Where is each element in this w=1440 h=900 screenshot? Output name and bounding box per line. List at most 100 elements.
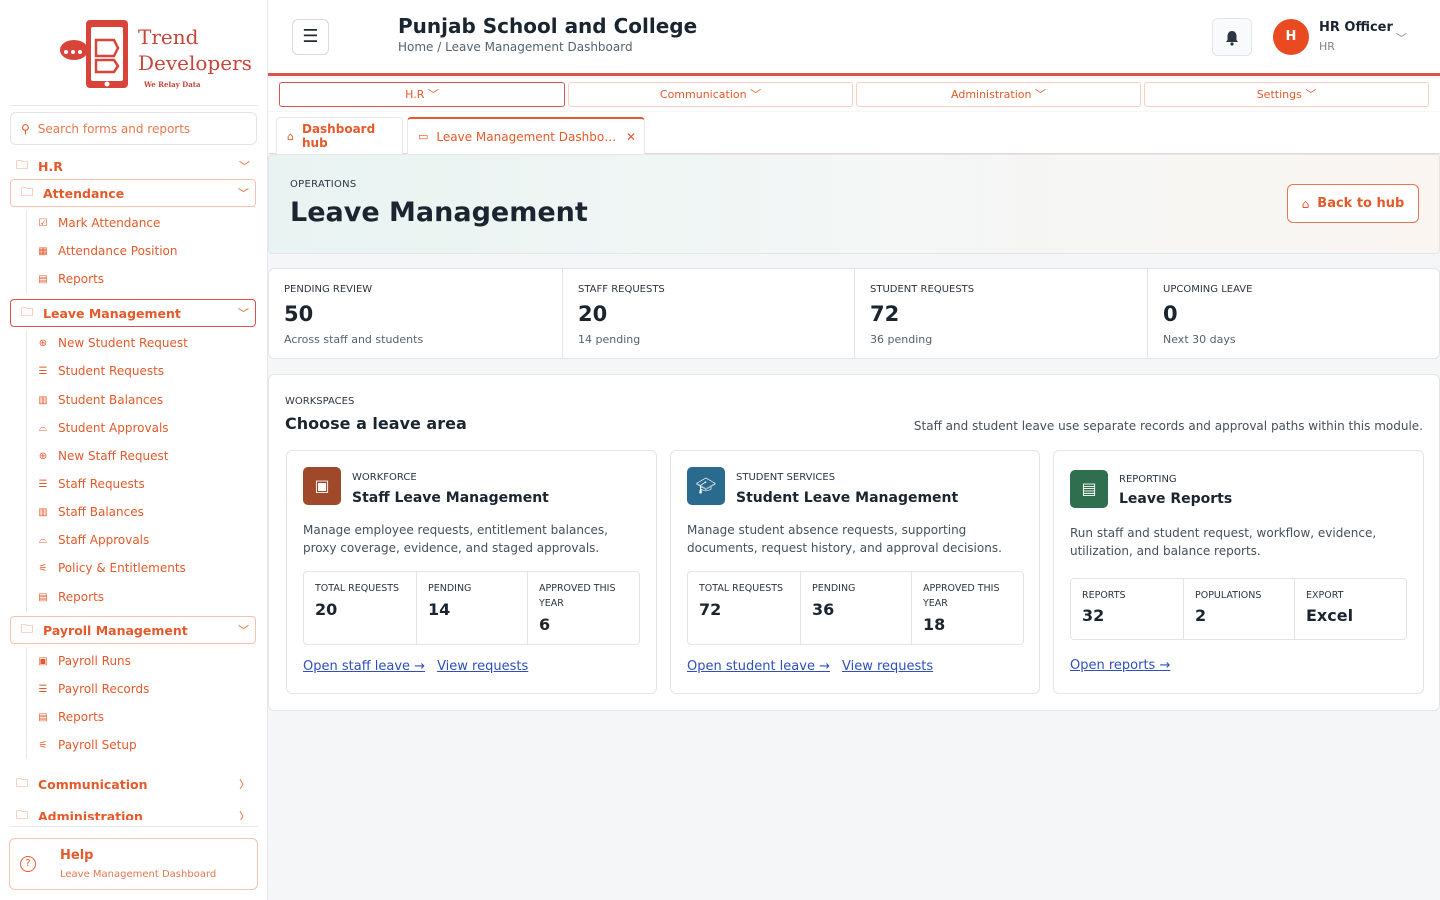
search-box[interactable]: ⚲	[10, 112, 257, 145]
section-eyebrow: WORKSPACES	[285, 396, 355, 407]
report-chart-icon: ▤	[1070, 470, 1108, 508]
open-student-leave-link[interactable]: Open student leave →	[687, 659, 830, 674]
sidebar-item-attendance-position[interactable]: ▦ Attendance Position	[36, 244, 177, 258]
sidebar-item-student-approvals[interactable]: ⌓ Student Approvals	[36, 421, 169, 435]
sidebar-group-attendance[interactable]: 🗀 Attendance ﹀	[10, 179, 256, 207]
card-metrics: REPORTS 32 POPULATIONS 2 EXPORT Excel	[1070, 578, 1407, 640]
sidebar-item-attendance-reports[interactable]: ▤ Reports	[36, 272, 104, 286]
open-staff-leave-link[interactable]: Open staff leave →	[303, 659, 425, 674]
chevron-down-icon: ﹀	[238, 187, 249, 200]
sidebar-item-label: Student Approvals	[58, 421, 169, 435]
sidebar-item-label: New Staff Request	[58, 449, 169, 463]
sidebar-item-payroll-setup[interactable]: ⚟ Payroll Setup	[36, 738, 137, 752]
tree-line	[26, 210, 27, 294]
sidebar-nav[interactable]: 🗀 H.R ﹀ 🗀 Attendance ﹀ ☑ Mark Attendance …	[0, 152, 268, 820]
sidebar-item-staff-approvals[interactable]: ⌓ Staff Approvals	[36, 533, 149, 547]
tree-line	[26, 330, 27, 612]
divider	[10, 105, 258, 106]
sliders-icon: ⚟	[38, 739, 48, 751]
menu-hr[interactable]: H.R ﹀	[279, 82, 565, 107]
back-to-hub-button[interactable]: ⌂ Back to hub	[1287, 184, 1419, 223]
sidebar-group-payroll[interactable]: 🗀 Payroll Management ﹀	[10, 616, 256, 644]
list-icon: ☰	[38, 683, 48, 695]
notifications-button[interactable]	[1212, 18, 1252, 56]
tab-leave-management[interactable]: ▭ Leave Management Dashbo… ✕	[407, 117, 645, 154]
menu-toggle-button[interactable]: ☰	[292, 19, 329, 55]
sidebar-item-leave-reports[interactable]: ▤ Reports	[36, 590, 104, 604]
card-description: Run staff and student request, workflow,…	[1070, 526, 1377, 558]
view-student-requests-link[interactable]: View requests	[842, 659, 933, 674]
help-panel[interactable]: ? Help Leave Management Dashboard	[9, 838, 258, 890]
metric-label: TOTAL REQUESTS	[699, 583, 784, 594]
tab-label: Leave Management Dashbo…	[436, 129, 617, 144]
sidebar-item-label: Leave Management	[43, 305, 181, 321]
card-metrics: TOTAL REQUESTS 20 PENDING 14 APPROVED THIS…	[303, 571, 640, 645]
sidebar-item-label: Reports	[58, 710, 105, 724]
metric-label: APPROVED THIS YEAR	[539, 583, 616, 609]
stat-value: 20	[578, 302, 608, 326]
stat-value: 72	[870, 302, 900, 326]
card-staff-leave[interactable]: ▣ WORKFORCE Staff Leave Management Manag…	[286, 450, 657, 694]
stat-value: 0	[1163, 302, 1178, 326]
sidebar-item-label: H.R	[38, 158, 63, 174]
tab-dashboard-hub[interactable]: ⌂ Dashboard hub	[276, 117, 403, 154]
page-title: Leave Management	[290, 197, 588, 228]
sidebar-item-new-staff-request[interactable]: ⊕ New Staff Request	[36, 449, 169, 463]
menu-settings[interactable]: Settings ﹀	[1144, 82, 1429, 107]
metric-approved-this-year: APPROVED THIS YEAR 6	[528, 572, 639, 644]
stat-value: 50	[284, 302, 314, 326]
search-icon: ⚲	[21, 121, 30, 136]
card-leave-reports[interactable]: ▤ REPORTING Leave Reports Run staff and …	[1053, 450, 1424, 694]
sidebar-item-policy-entitlements[interactable]: ⚟ Policy & Entitlements	[36, 561, 186, 575]
card-title: Leave Reports	[1119, 491, 1233, 507]
menu-communication[interactable]: Communication ﹀	[568, 82, 853, 107]
sidebar-item-label: Student Requests	[58, 364, 165, 378]
sidebar-item-student-balances[interactable]: ▥ Student Balances	[36, 393, 163, 407]
chevron-down-icon: ﹀	[750, 88, 762, 101]
sidebar-item-label: Reports	[58, 590, 105, 604]
user-name[interactable]: HR Officer	[1319, 20, 1393, 35]
close-icon[interactable]: ✕	[626, 130, 636, 144]
menu-administration[interactable]: Administration ﹀	[856, 82, 1141, 107]
card-student-leave[interactable]: 🎓︎ STUDENT SERVICES Student Leave Manage…	[670, 450, 1040, 694]
metric-value: 72	[699, 600, 722, 619]
user-role: HR	[1319, 40, 1335, 53]
chevron-down-icon[interactable]: ﹀	[1396, 30, 1407, 46]
chevron-down-icon: ﹀	[239, 160, 250, 173]
metric-pending: PENDING 14	[417, 572, 528, 644]
list-icon: ☰	[38, 365, 48, 377]
sidebar-group-leave[interactable]: 🗀 Leave Management ﹀	[10, 299, 256, 327]
sidebar-item-student-requests[interactable]: ☰ Student Requests	[36, 364, 165, 378]
card-links: Open staff leave → View requests	[303, 659, 540, 674]
sidebar-item-hr[interactable]: 🗀 H.R ﹀	[10, 156, 256, 176]
sidebar-item-new-student-request[interactable]: ⊕ New Student Request	[36, 336, 188, 350]
metric-value: 18	[923, 615, 946, 634]
sidebar-item-staff-requests[interactable]: ☰ Staff Requests	[36, 477, 145, 491]
open-reports-link[interactable]: Open reports →	[1070, 658, 1170, 673]
card-eyebrow: WORKFORCE	[352, 472, 417, 483]
brand-logo[interactable]: Trend Developers We Relay Data	[58, 18, 252, 92]
chevron-down-icon: ﹀	[1035, 88, 1046, 101]
sidebar-item-payroll-runs[interactable]: ▣ Payroll Runs	[36, 654, 131, 668]
metric-value: 36	[812, 600, 835, 619]
stat-label: STUDENT REQUESTS	[870, 284, 975, 295]
chevron-right-icon: 〉	[239, 778, 250, 791]
search-input[interactable]	[37, 121, 238, 136]
view-staff-requests-link[interactable]: View requests	[437, 659, 528, 674]
divider	[10, 826, 258, 827]
school-name: Punjab School and College	[398, 14, 698, 38]
sidebar-item-payroll-records[interactable]: ☰ Payroll Records	[36, 682, 150, 696]
sidebar-item-mark-attendance[interactable]: ☑ Mark Attendance	[36, 216, 161, 230]
bell-icon	[1226, 30, 1238, 46]
sidebar-item-communication[interactable]: 🗀 Communication 〉	[10, 774, 256, 794]
sidebar-item-payroll-reports[interactable]: ▤ Reports	[36, 710, 104, 724]
avatar[interactable]: H	[1273, 19, 1309, 55]
sidebar-item-label: New Student Request	[58, 336, 188, 350]
brand-name-line2: Developers	[138, 51, 252, 75]
sidebar-item-label: Student Balances	[58, 393, 164, 407]
sidebar-item-administration[interactable]: 🗀 Administration 〉	[10, 806, 256, 821]
report-icon: ▤	[38, 273, 48, 285]
home-icon: ⌂	[287, 129, 294, 143]
tree-line	[26, 647, 27, 759]
sidebar-item-staff-balances[interactable]: ▥ Staff Balances	[36, 505, 144, 519]
